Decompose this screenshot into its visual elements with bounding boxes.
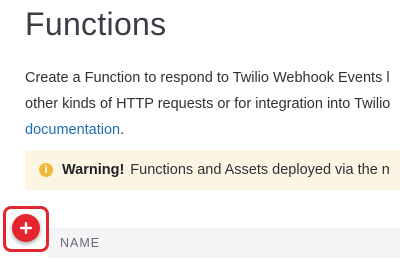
description-line-3: documentation. <box>25 117 400 143</box>
description-line-1: Create a Function to respond to Twilio W… <box>25 70 390 86</box>
functions-page: Functions Create a Function to respond t… <box>0 0 400 270</box>
table-header: NAME <box>48 228 400 258</box>
warning-label: Warning! <box>62 162 125 178</box>
page-description: Create a Function to respond to Twilio W… <box>25 65 400 143</box>
warning-banner: i Warning! Functions and Assets deployed… <box>25 150 400 190</box>
documentation-link[interactable]: documentation <box>25 122 120 138</box>
warning-text: Functions and Assets deployed via the n <box>130 162 390 178</box>
warning-info-icon: i <box>39 163 53 177</box>
add-function-button[interactable] <box>12 214 40 242</box>
plus-icon <box>20 222 32 234</box>
page-title: Functions <box>25 6 167 42</box>
column-header-name[interactable]: NAME <box>60 236 100 250</box>
description-period: . <box>120 122 125 138</box>
description-line-2: other kinds of HTTP requests or for inte… <box>25 96 391 112</box>
